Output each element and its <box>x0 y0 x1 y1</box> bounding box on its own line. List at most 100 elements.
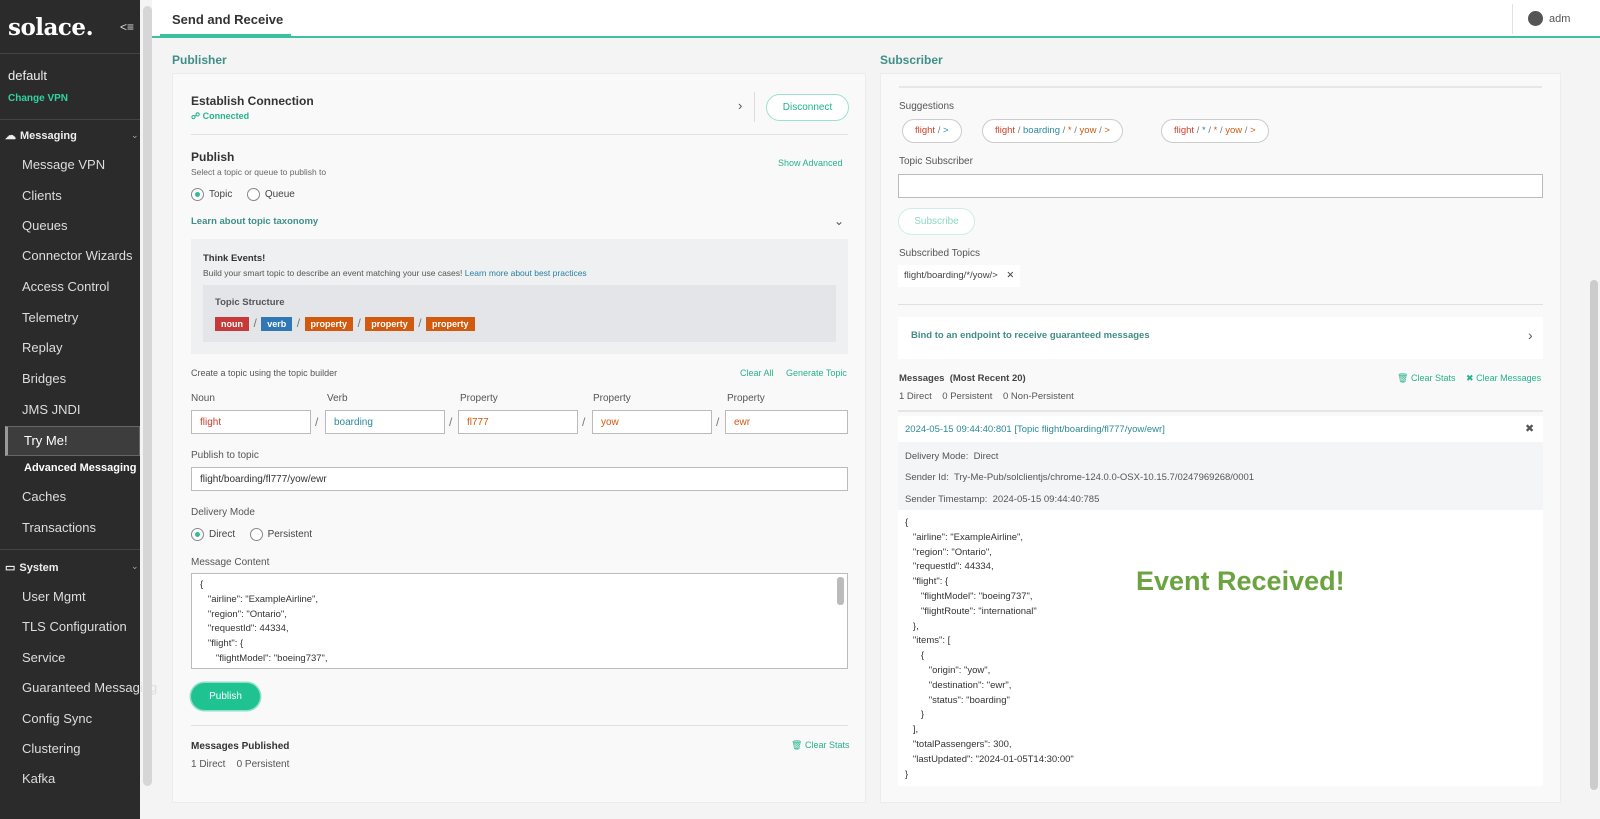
system-icon: ▭ <box>5 562 16 574</box>
section-label: Messaging <box>20 129 77 142</box>
close-icon[interactable]: ✕ <box>1006 270 1014 281</box>
nav-service[interactable]: Service <box>22 650 65 665</box>
generate-topic-link[interactable]: Generate Topic <box>786 368 847 378</box>
nav-caches[interactable]: Caches <box>22 489 66 504</box>
publish-topic-input[interactable] <box>191 467 848 491</box>
page-scrollbar[interactable] <box>1590 280 1598 790</box>
user-menu[interactable]: adm <box>1528 11 1570 26</box>
clear-stats-link[interactable]: Clear Stats <box>805 740 850 750</box>
think-events-box: Think Events! Build your smart topic to … <box>191 239 848 354</box>
nav-transactions[interactable]: Transactions <box>22 520 96 535</box>
change-vpn-link[interactable]: Change VPN <box>8 93 68 104</box>
property-input-1[interactable] <box>458 410 578 434</box>
best-practices-link[interactable]: Learn more about best practices <box>465 268 587 278</box>
nav-queues[interactable]: Queues <box>22 218 68 233</box>
message-content-label: Message Content <box>191 557 270 568</box>
clear-stats-link[interactable]: Clear Stats <box>1411 373 1456 383</box>
subscribed-topic-chip: flight/boarding/*/yow/> ✕ <box>898 265 1021 287</box>
received-stats: 1 Direct 0 Persistent 0 Non-Persistent <box>899 391 1074 402</box>
message-header[interactable]: 2024-05-15 09:44:40:801 [Topic flight/bo… <box>905 424 1165 435</box>
disconnect-button[interactable]: Disconnect <box>766 94 849 121</box>
suggestions-label: Suggestions <box>899 101 955 112</box>
suggestion-chip[interactable]: flight / > <box>902 119 962 143</box>
nav-replay[interactable]: Replay <box>22 340 62 355</box>
property-input-2[interactable] <box>592 410 712 434</box>
topic-radio[interactable] <box>191 188 204 202</box>
bind-endpoint-row[interactable]: Bind to an endpoint to receive guarantee… <box>898 317 1543 359</box>
nav-guaranteed-messaging[interactable]: Guaranteed Messaging <box>22 680 157 695</box>
message-content-text[interactable]: { "airline": "ExampleAirline", "region":… <box>192 574 847 668</box>
queue-radio[interactable] <box>246 188 260 202</box>
sender-timestamp: Sender Timestamp: 2024-05-15 09:44:40:78… <box>905 494 1100 505</box>
publish-to-label: Publish to topic <box>191 450 259 461</box>
divider <box>1512 4 1513 34</box>
nav-tls-configuration[interactable]: TLS Configuration <box>22 619 127 634</box>
property-tag: property <box>365 317 414 331</box>
separator: / <box>716 415 720 429</box>
nav-advanced-messaging[interactable]: Advanced Messaging <box>24 462 136 474</box>
trash-icon: 🗑 <box>791 740 803 750</box>
divider <box>898 304 1543 305</box>
topic-subscriber-input[interactable] <box>898 174 1543 198</box>
suggestion-chip[interactable]: flight / boarding / * / yow / > <box>982 119 1123 143</box>
active-tab-indicator <box>160 34 291 36</box>
clear-all-link[interactable]: Clear All <box>740 368 774 378</box>
suggestion-chip[interactable]: flight / * / * / yow / > <box>1161 119 1269 143</box>
nav-clustering[interactable]: Clustering <box>22 741 81 756</box>
close-icon[interactable]: ✖ <box>1525 422 1534 435</box>
clear-messages-link[interactable]: Clear Messages <box>1476 373 1541 383</box>
collapse-sidebar-icon[interactable]: <≡ <box>120 20 134 34</box>
tab-send-and-receive[interactable]: Send and Receive <box>172 12 283 27</box>
chevron-down-icon[interactable]: ⌄ <box>834 214 844 228</box>
property-label: Property <box>593 393 631 404</box>
nav-kafka[interactable]: Kafka <box>22 771 55 786</box>
message-card: 2024-05-15 09:44:40:801 [Topic flight/bo… <box>898 416 1543 786</box>
connection-status: Connected <box>202 111 250 121</box>
subscribe-button[interactable]: Subscribe <box>898 208 975 235</box>
verb-input[interactable] <box>325 410 445 434</box>
bind-endpoint-link[interactable]: Bind to an endpoint to receive guarantee… <box>911 330 1150 341</box>
publish-button[interactable]: Publish <box>191 683 260 710</box>
divider <box>754 92 755 122</box>
divider <box>191 725 848 726</box>
textarea-scrollbar[interactable] <box>837 577 844 605</box>
persistent-radio[interactable] <box>249 528 263 542</box>
nav-telemetry[interactable]: Telemetry <box>22 310 78 325</box>
event-received-annotation: Event Received! <box>1136 566 1345 596</box>
message-content-textarea[interactable]: { "airline": "ExampleAirline", "region":… <box>191 573 848 669</box>
nav-user-mgmt[interactable]: User Mgmt <box>22 589 86 604</box>
divider <box>0 119 140 120</box>
message-body: { "airline": "ExampleAirline", "region":… <box>905 517 1074 780</box>
show-advanced-link[interactable]: Show Advanced <box>778 158 843 168</box>
section-messaging[interactable]: ☁ Messaging <box>5 129 77 143</box>
chevron-right-icon[interactable]: › <box>1528 327 1533 343</box>
messages-published-title: Messages Published <box>191 741 290 752</box>
property-label: Property <box>727 393 765 404</box>
publisher-panel: Establish Connection ☍ Connected › Disco… <box>172 73 866 803</box>
topic-taxonomy-link[interactable]: Learn about topic taxonomy <box>191 216 318 227</box>
noun-input[interactable] <box>191 410 311 434</box>
property-input-3[interactable] <box>725 410 848 434</box>
direct-radio[interactable] <box>191 528 204 542</box>
chevron-down-icon[interactable]: ⌄ <box>131 561 139 572</box>
nav-bridges[interactable]: Bridges <box>22 371 66 386</box>
nav-config-sync[interactable]: Config Sync <box>22 711 92 726</box>
nav-message-vpn[interactable]: Message VPN <box>22 157 105 172</box>
nav-jms-jndi[interactable]: JMS JNDI <box>22 402 81 417</box>
chevron-down-icon[interactable]: ⌄ <box>131 130 139 141</box>
nav-try-me[interactable]: Try Me! <box>5 426 140 456</box>
sidebar-scrollbar[interactable] <box>143 6 152 786</box>
topic-structure-title: Topic Structure <box>215 297 285 308</box>
nav-clients[interactable]: Clients <box>22 188 62 203</box>
nav-connector-wizards[interactable]: Connector Wizards <box>22 248 133 263</box>
section-system[interactable]: ▭ System <box>5 561 59 575</box>
nav-access-control[interactable]: Access Control <box>22 279 109 294</box>
divider <box>191 134 848 135</box>
establish-connection-title: Establish Connection <box>191 94 314 108</box>
link-icon: ☍ <box>191 111 203 121</box>
published-stats: 1 Direct 0 Persistent <box>191 759 290 770</box>
queue-radio-label: Queue <box>264 189 295 201</box>
divider <box>898 410 1543 412</box>
chevron-right-icon[interactable]: › <box>738 98 742 113</box>
user-icon <box>1528 11 1543 26</box>
